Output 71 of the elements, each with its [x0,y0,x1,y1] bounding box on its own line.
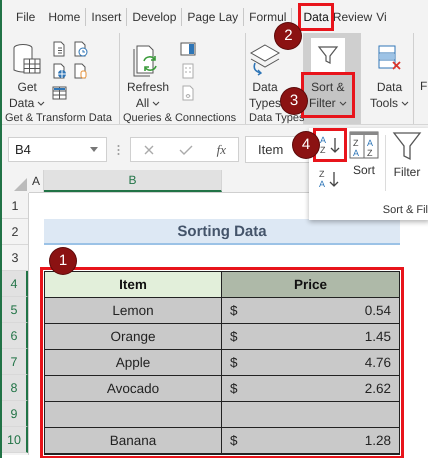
currency-symbol: $ [230,433,238,448]
ribbon-tab[interactable]: Page Lay [185,6,240,28]
insert-function-button[interactable]: fx [216,142,226,158]
cell-text: Lemon [112,303,154,318]
header-cell: Item [45,272,222,298]
name-box[interactable]: B4 [8,137,107,162]
ribbon-tab[interactable]: Vi [374,6,389,28]
price-value: 0.54 [364,303,391,318]
title-cell: Sorting Data [44,219,400,245]
cell-text: Apple [116,355,150,370]
price-value: 2.62 [364,381,391,396]
currency-symbol: $ [230,355,238,370]
caret-icon [37,100,46,106]
sort-dialog-icon: Z A A Z [349,131,379,159]
price-value: 1.28 [364,433,391,448]
layers-icon[interactable] [249,43,281,77]
row-header[interactable]: 10 [2,427,28,453]
doc-clock-icon[interactable] [73,41,90,57]
group-label: Sort & Fil [382,204,428,218]
cell-text: Banana [110,433,156,448]
currency-symbol: $ [230,329,238,344]
callout-badge: 4 [293,132,319,158]
callout-badge: 1 [50,248,76,274]
ribbon-button[interactable]: F [418,37,428,95]
filter-icon[interactable] [310,38,345,72]
cell-text: Orange [110,329,156,344]
doc-globe-icon[interactable] [52,63,68,79]
column-header[interactable]: B [44,170,222,192]
group-label: Get & Transform Data [4,112,113,126]
callout-badge: 2 [275,22,302,48]
ribbon-tab[interactable]: Develop [130,6,178,28]
row-header[interactable]: 2 [2,219,28,245]
caret-icon [401,100,410,106]
row-header[interactable]: 7 [2,349,28,375]
ribbon-button[interactable]: Refresh All [124,78,172,112]
caret-icon [338,100,347,106]
ribbon-tab[interactable]: Insert [89,6,124,28]
ribbon-button[interactable]: Sort & Filter [304,75,352,115]
filter-button[interactable]: Filter [388,131,426,204]
row-header[interactable]: 1 [2,193,28,219]
column-header[interactable]: A [29,170,44,192]
ribbon-tab[interactable]: Home [46,6,82,28]
row-header[interactable]: 8 [2,375,28,401]
group-label: Data Types [248,112,303,126]
ribbon-tab[interactable]: File [14,6,38,28]
row-header[interactable]: 9 [2,401,28,427]
ribbon-tab[interactable]: Review [330,6,374,28]
sort-button[interactable]: Z A A Z Sort [345,131,383,204]
pane-icon[interactable] [180,41,196,57]
formula-text: Item [258,142,284,157]
header-cell: Price [222,272,399,298]
group-label: Queries & Connections [122,112,238,126]
caret-icon [152,100,160,106]
price-value: 4.76 [364,355,391,370]
row-header[interactable]: 5 [2,297,28,323]
ribbon-button[interactable]: Data Tools [367,78,412,112]
callout-badge: 3 [281,88,307,114]
row-header[interactable]: 4 [2,271,28,297]
doc-database-icon[interactable] [73,63,90,79]
row-header[interactable]: 6 [2,323,28,349]
currency-symbol: $ [230,381,238,396]
table-icon[interactable] [52,85,68,101]
check-icon[interactable] [178,144,193,156]
cell-text: Avocado [106,381,160,396]
cell-reference: B4 [15,142,31,157]
grip-icon [117,144,120,156]
price-value: 1.45 [364,329,391,344]
currency-symbol: $ [230,303,238,318]
dropdown-arrow-icon[interactable] [90,147,98,152]
funnel-icon [392,131,422,161]
ribbon-button[interactable]: Get Data [6,78,48,112]
